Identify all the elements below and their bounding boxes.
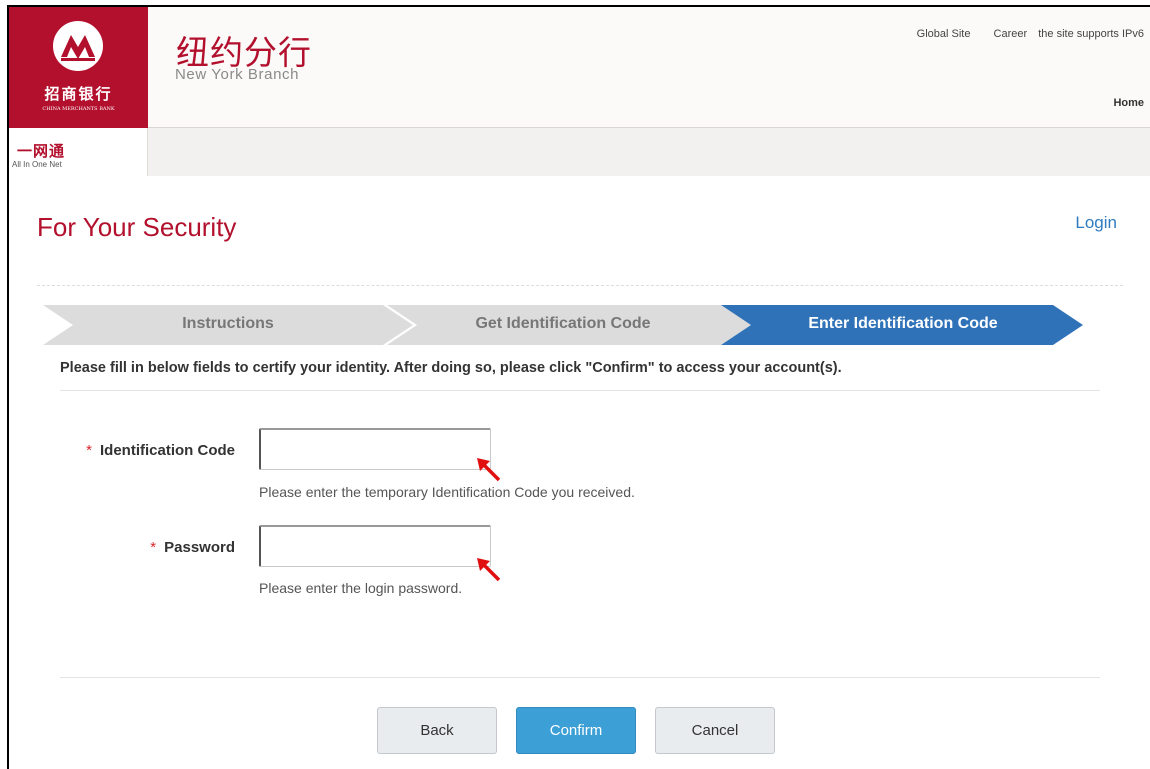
identification-code-hint: Please enter the temporary Identificatio… — [259, 484, 635, 500]
ipv6-link[interactable]: the site supports IPv6 — [1038, 28, 1144, 40]
title-divider — [37, 285, 1123, 286]
global-site-link[interactable]: Global Site — [917, 28, 971, 40]
step-get-identification-code: Get Identification Code — [475, 315, 651, 332]
progress-steps: Instructions Get Identification Code Ent… — [43, 305, 1083, 345]
step-instructions: Instructions — [182, 315, 274, 332]
all-in-one-net-logo[interactable]: 一网通 All In One Net — [9, 128, 148, 176]
annotation-arrow-icon — [477, 558, 501, 582]
browser-page: 招商银行 CHINA MERCHANTS BANK 纽约分行 New York … — [7, 5, 1150, 769]
step-enter-identification-code: Enter Identification Code — [808, 315, 998, 332]
cancel-button[interactable]: Cancel — [655, 707, 775, 754]
all-in-one-net-english: All In One Net — [12, 160, 62, 169]
annotation-arrow-icon — [477, 458, 501, 482]
password-label-text: Password — [164, 539, 235, 556]
form-top-divider — [60, 390, 1100, 391]
top-links: Global Site Career the site supports IPv… — [897, 28, 1144, 40]
identification-code-label-text: Identification Code — [100, 442, 235, 459]
sub-navigation-bar: 一网通 All In One Net — [9, 128, 1150, 176]
bank-logo-emblem-icon — [53, 21, 103, 71]
page-title: For Your Security — [37, 212, 237, 242]
identification-code-label: * Identification Code — [55, 442, 235, 459]
password-label: * Password — [55, 539, 235, 556]
required-mark: * — [150, 539, 157, 556]
password-input[interactable] — [259, 525, 491, 567]
login-link[interactable]: Login — [1075, 213, 1117, 233]
bank-logo-english: CHINA MERCHANTS BANK — [42, 106, 115, 112]
home-link[interactable]: Home — [1113, 97, 1144, 109]
back-button[interactable]: Back — [377, 707, 497, 754]
bank-logo-chinese: 招商银行 — [44, 85, 113, 103]
branch-title-english: New York Branch — [175, 66, 300, 83]
site-header: 招商银行 CHINA MERCHANTS BANK 纽约分行 New York … — [9, 7, 1150, 128]
form-bottom-divider — [60, 677, 1100, 678]
required-mark: * — [86, 442, 92, 459]
bank-logo[interactable]: 招商银行 CHINA MERCHANTS BANK — [9, 7, 148, 128]
instructions-text: Please fill in below fields to certify y… — [60, 360, 842, 376]
confirm-button[interactable]: Confirm — [516, 707, 636, 754]
career-link[interactable]: Career — [994, 28, 1028, 40]
password-hint: Please enter the login password. — [259, 580, 463, 596]
identification-code-input[interactable] — [259, 428, 491, 470]
all-in-one-net-chinese: 一网通 — [17, 142, 66, 160]
